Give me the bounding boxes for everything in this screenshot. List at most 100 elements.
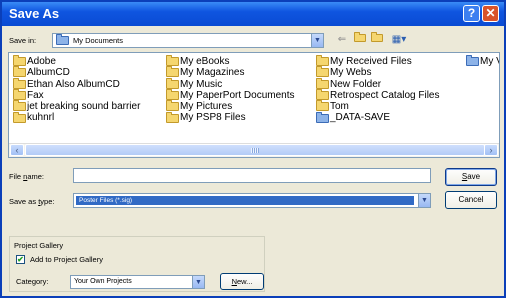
save-type-selection: Poster Files (*.sig): [76, 196, 414, 205]
folder-icon: [166, 111, 179, 123]
file-list-item[interactable]: Ethan Also AlbumCD: [13, 77, 140, 90]
chevron-down-icon[interactable]: ▼: [192, 276, 204, 288]
file-list-item[interactable]: My PSP8 Files: [166, 111, 295, 124]
chevron-down-icon[interactable]: ▼: [311, 34, 323, 47]
save-in-label: Save in:: [9, 36, 36, 45]
window-title: Save As: [9, 6, 60, 21]
new-category-button[interactable]: New...: [220, 273, 264, 290]
file-list-item[interactable]: AlbumCD: [13, 66, 140, 79]
save-button[interactable]: Save: [445, 168, 497, 186]
file-list-item-name: kuhnrl: [27, 112, 55, 124]
file-list-item[interactable]: My V: [466, 55, 499, 67]
my-documents-icon: [56, 34, 69, 45]
file-list-item-name: My Pictures: [180, 101, 233, 113]
folder-icon: [13, 89, 26, 101]
file-list-item[interactable]: My Pictures: [166, 100, 295, 113]
up-folder-icon[interactable]: [353, 32, 367, 47]
file-name-label: File name:: [9, 172, 44, 181]
save-as-type-label: Save as type:: [9, 197, 54, 206]
file-list-item[interactable]: My Magazines: [166, 66, 295, 79]
file-list-item-name: My V: [480, 56, 499, 67]
folder-icon: [316, 89, 329, 101]
special-folder-icon: [466, 55, 479, 67]
file-list-item[interactable]: My Music: [166, 77, 295, 90]
cancel-button[interactable]: Cancel: [445, 191, 497, 209]
file-list-item-name: Retrospect Catalog Files: [330, 89, 440, 101]
folder-icon: [13, 66, 26, 78]
file-column-3: My Received Files My Webs New Folder Retros…: [316, 55, 440, 124]
file-list-item-name: Ethan Also AlbumCD: [27, 78, 120, 90]
save-type-label-post: ype:: [40, 197, 55, 206]
save-type-label-pre: Save as: [9, 197, 39, 206]
file-name-field[interactable]: [73, 168, 431, 183]
category-value: Your Own Projects: [74, 278, 132, 285]
add-to-gallery-label[interactable]: Add to Project Gallery: [30, 255, 103, 264]
save-in-value: My Documents: [73, 36, 124, 45]
file-list[interactable]: Adobe AlbumCD Ethan Also AlbumCD Fax jet bre…: [8, 52, 500, 158]
file-list-item[interactable]: Fax: [13, 89, 140, 101]
save-in-label-text: Save in:: [9, 36, 37, 45]
file-list-item[interactable]: jet breaking sound barrier: [13, 100, 141, 113]
scroll-right-button[interactable]: ›: [484, 144, 498, 156]
file-name-label-post: ame:: [27, 172, 45, 181]
chevron-down-icon[interactable]: ▼: [418, 194, 430, 207]
file-list-item-name: _DATA-SAVE: [330, 112, 391, 124]
file-name-label-pre: File: [9, 172, 24, 181]
folder-icon: [166, 89, 179, 101]
folder-icon: [13, 111, 26, 123]
views-menu-icon[interactable]: ▦▾: [389, 33, 409, 47]
folder-icon: [316, 66, 329, 78]
title-bar[interactable]: Save As ? ✕: [2, 2, 504, 26]
file-list-item-name: jet breaking sound barrier: [27, 101, 141, 113]
file-list-item-name: My Received Files: [330, 56, 412, 67]
file-column-4: My V: [466, 55, 499, 67]
project-gallery-label: Project Gallery: [14, 241, 64, 250]
file-list-item-name: My PSP8 Files: [180, 112, 246, 124]
save-in-dropdown[interactable]: My Documents ▼: [52, 33, 324, 48]
folder-icon: [316, 55, 329, 67]
file-list-item[interactable]: New Folder: [316, 77, 440, 90]
file-column-1: Adobe AlbumCD Ethan Also AlbumCD Fax jet bre…: [13, 55, 141, 124]
save-as-dialog: Save As ? ✕ Save in: My Documents ▼ ⇐ ▦▾…: [0, 0, 506, 298]
file-list-item-name: My eBooks: [180, 56, 230, 67]
file-list-item[interactable]: My eBooks: [166, 55, 295, 67]
file-list-item[interactable]: My Received Files: [316, 55, 440, 67]
file-list-item-name: AlbumCD: [27, 67, 70, 79]
shared-folder-icon: [316, 111, 329, 123]
pictures-folder-icon: [166, 100, 179, 112]
folder-icon: [166, 66, 179, 78]
file-list-item[interactable]: kuhnrl: [13, 111, 140, 124]
file-list-item[interactable]: My PaperPort Documents: [166, 89, 295, 101]
scroll-left-button[interactable]: ‹: [10, 144, 24, 156]
file-list-item-name: Adobe: [27, 56, 56, 67]
file-list-item-name: My Webs: [330, 67, 372, 79]
new-folder-icon[interactable]: [370, 32, 384, 47]
folder-icon: [13, 77, 26, 89]
file-list-item[interactable]: Retrospect Catalog Files: [316, 89, 440, 101]
file-list-item-name: Fax: [27, 89, 44, 101]
save-as-type-dropdown[interactable]: Poster Files (*.sig) ▼: [73, 193, 431, 208]
back-arrow-icon[interactable]: ⇐: [336, 33, 348, 47]
save-type-value: Poster Files (*.sig): [79, 197, 133, 204]
horizontal-scrollbar[interactable]: ‹ ›: [9, 143, 499, 157]
file-list-item-name: My PaperPort Documents: [180, 89, 295, 101]
close-button[interactable]: ✕: [482, 5, 499, 22]
file-list-item[interactable]: My Webs: [316, 66, 440, 79]
add-to-gallery-checkbox[interactable]: ✔: [16, 255, 25, 264]
file-column-2: My eBooks My Magazines My Music My PaperPor…: [166, 55, 295, 124]
scroll-thumb[interactable]: [25, 144, 485, 156]
folder-icon: [316, 100, 329, 112]
file-list-item[interactable]: _DATA-SAVE: [316, 111, 440, 124]
category-dropdown[interactable]: Your Own Projects ▼: [70, 275, 205, 289]
folder-icon: [316, 77, 329, 89]
project-gallery-group: Project Gallery ✔ Add to Project Gallery…: [9, 236, 265, 292]
folder-icon: [166, 55, 179, 67]
help-button[interactable]: ?: [463, 5, 480, 22]
music-folder-icon: [166, 77, 179, 89]
file-list-item-name: My Magazines: [180, 67, 245, 79]
category-label: Category:: [16, 277, 49, 286]
file-list-item-name: New Folder: [330, 78, 382, 90]
file-list-item[interactable]: Tom: [316, 100, 440, 112]
file-list-item[interactable]: Adobe: [13, 55, 140, 67]
new-button-label: ew...: [236, 277, 253, 286]
